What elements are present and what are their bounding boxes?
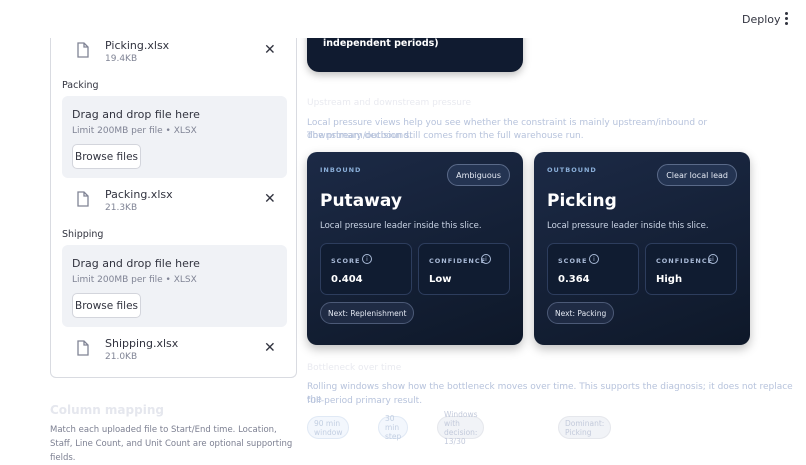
- window-chip: 90 min window: [307, 416, 350, 439]
- metric-label: SCORE: [331, 257, 361, 265]
- rolling-description-2: full-period primary result.: [307, 396, 423, 406]
- card-kicker: OUTBOUND: [547, 166, 597, 174]
- info-icon[interactable]: i: [481, 254, 491, 264]
- file-size: 21.0KB: [105, 352, 138, 362]
- metric-value: High: [656, 274, 683, 285]
- metric-label: CONFIDENCE: [656, 257, 714, 265]
- metric-value: Low: [429, 274, 452, 285]
- card-subtitle: Local pressure leader inside this slice.: [320, 221, 482, 231]
- dropzone-limit: Limit 200MB per file • XLSX: [72, 275, 197, 285]
- file-size: 19.4KB: [105, 54, 138, 64]
- pressure-description-2: The primary decision still comes from th…: [307, 131, 584, 141]
- info-icon[interactable]: i: [362, 254, 372, 264]
- uploaded-file-picking: Picking.xlsx 19.4KB ✕: [51, 38, 298, 78]
- metric-label: SCORE: [558, 257, 588, 265]
- uploaded-file-shipping: Shipping.xlsx 21.0KB ✕: [51, 336, 298, 376]
- column-mapping-heading: Column mapping: [50, 403, 164, 417]
- pressure-heading: Upstream and downstream pressure: [307, 98, 472, 108]
- file-icon: [77, 340, 89, 356]
- app-header: Deploy: [0, 0, 806, 38]
- file-icon: [77, 42, 89, 58]
- metric-value: 0.404: [331, 274, 363, 285]
- summary-card-text: independent periods): [323, 38, 439, 49]
- status-badge: Clear local lead: [657, 164, 737, 186]
- status-badge: Ambiguous: [447, 164, 510, 186]
- metric-value: 0.364: [558, 274, 590, 285]
- next-step-badge: Next: Replenishment: [320, 302, 415, 324]
- section-label-packing: Packing: [62, 80, 99, 91]
- dropzone-title: Drag and drop file here: [72, 108, 200, 121]
- score-metric: SCORE i 0.404: [320, 243, 412, 295]
- more-options-icon[interactable]: [781, 11, 791, 27]
- close-icon[interactable]: ✕: [264, 42, 276, 58]
- dropzone-packing[interactable]: Drag and drop file here Limit 200MB per …: [62, 96, 287, 178]
- inbound-card: INBOUND Ambiguous Putaway Local pressure…: [307, 152, 523, 345]
- file-size: 21.3KB: [105, 203, 138, 213]
- section-label-shipping: Shipping: [62, 229, 104, 240]
- confidence-metric: CONFIDENCE i High: [645, 243, 737, 295]
- dropzone-shipping[interactable]: Drag and drop file here Limit 200MB per …: [62, 245, 287, 327]
- browse-files-button[interactable]: Browse files: [72, 144, 141, 169]
- close-icon[interactable]: ✕: [264, 340, 276, 356]
- dominant-chip: Dominant: Picking: [558, 416, 612, 439]
- info-icon[interactable]: i: [708, 254, 718, 264]
- decision-count-chip: Windows with decision: 13/30: [437, 410, 485, 446]
- next-step-badge: Next: Packing: [547, 302, 615, 324]
- outbound-card: OUTBOUND Clear local lead Picking Local …: [534, 152, 750, 345]
- metric-label: CONFIDENCE: [429, 257, 487, 265]
- file-icon: [77, 191, 89, 207]
- browse-files-button[interactable]: Browse files: [72, 293, 141, 318]
- uploader-panel: Picking.xlsx 19.4KB ✕ Packing Drag and d…: [50, 0, 297, 378]
- card-subtitle: Local pressure leader inside this slice.: [547, 221, 709, 231]
- file-name: Shipping.xlsx: [105, 337, 179, 350]
- step-chip: 30 min step: [378, 414, 409, 441]
- dropzone-limit: Limit 200MB per file • XLSX: [72, 126, 197, 136]
- uploaded-file-packing: Packing.xlsx 21.3KB ✕: [51, 187, 298, 227]
- column-mapping-description: Match each uploaded file to Start/End ti…: [50, 425, 293, 463]
- file-name: Picking.xlsx: [105, 39, 170, 52]
- score-metric: SCORE i 0.364: [547, 243, 639, 295]
- confidence-metric: CONFIDENCE i Low: [418, 243, 510, 295]
- card-title: Picking: [547, 191, 617, 211]
- card-title: Putaway: [320, 191, 402, 211]
- file-name: Packing.xlsx: [105, 188, 173, 201]
- rolling-heading: Bottleneck over time: [307, 363, 402, 373]
- dropzone-title: Drag and drop file here: [72, 257, 200, 270]
- deploy-button[interactable]: Deploy: [737, 11, 786, 28]
- info-icon[interactable]: i: [589, 254, 599, 264]
- close-icon[interactable]: ✕: [264, 191, 276, 207]
- card-kicker: INBOUND: [320, 166, 362, 174]
